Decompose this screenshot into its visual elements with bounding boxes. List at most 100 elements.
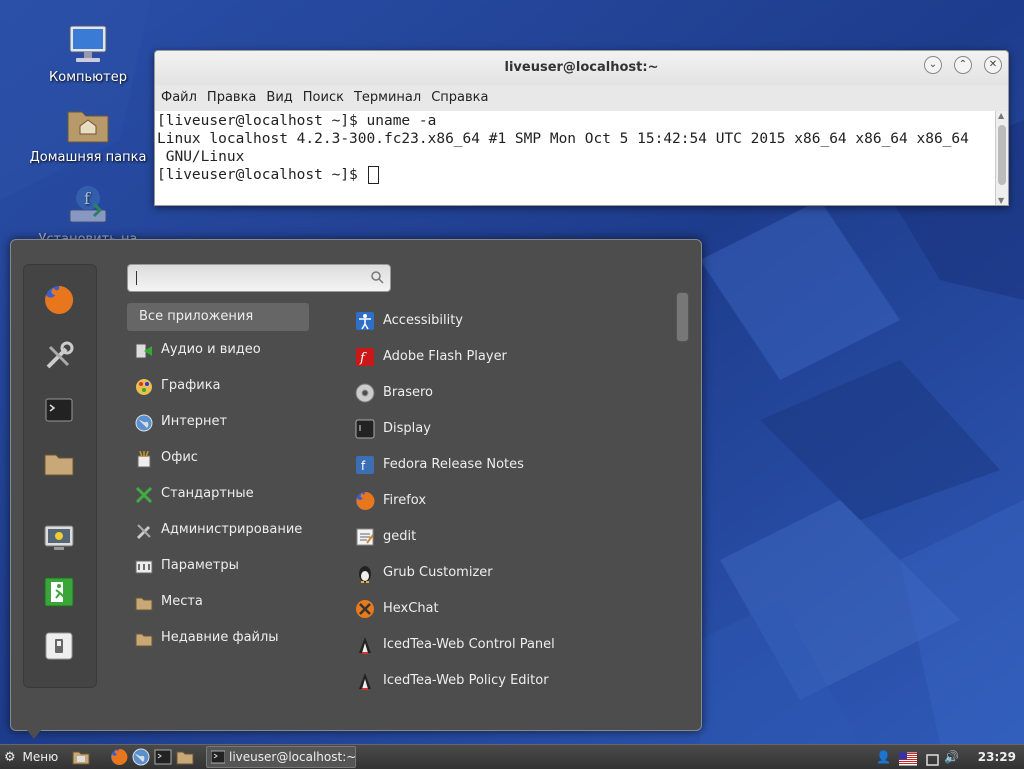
app-label: Brasero — [383, 385, 434, 400]
close-button[interactable]: ✕ — [984, 56, 1002, 74]
computer-icon — [69, 25, 107, 62]
chevron-down-icon: ⌄ — [928, 59, 938, 70]
folder-icon[interactable] — [42, 447, 76, 481]
firefox-icon — [356, 491, 375, 510]
scroll-down-icon[interactable]: ▼ — [998, 196, 1004, 205]
terminal-icon[interactable] — [42, 393, 76, 427]
app-item[interactable]: f Fedora Release Notes — [353, 451, 673, 479]
terminal-scrollbar[interactable]: ▲ ▼ — [995, 111, 1008, 205]
desktop-icon-home[interactable]: Домашняя папка — [23, 100, 153, 165]
close-icon: ✕ — [988, 59, 998, 70]
category-internet[interactable]: Интернет — [127, 408, 309, 436]
us-flag-icon[interactable] — [899, 750, 917, 768]
terminal-titlebar[interactable]: liveuser@localhost:~ ⌄ ⌃ ✕ — [155, 51, 1008, 85]
app-label: gedit — [383, 529, 417, 544]
java-icon — [359, 637, 371, 654]
category-accessories[interactable]: Стандартные — [127, 480, 309, 508]
accessibility-icon — [356, 312, 374, 330]
app-item[interactable]: gedit — [353, 523, 673, 551]
scrollbar-thumb[interactable] — [676, 292, 689, 342]
category-office[interactable]: Офис — [127, 444, 309, 472]
window-icon[interactable] — [926, 751, 939, 769]
app-item[interactable]: Grub Customizer — [353, 559, 673, 587]
search-input[interactable] — [127, 264, 391, 292]
category-recent-files[interactable]: Недавние файлы — [127, 624, 309, 652]
gear-icon: ⚙ — [4, 750, 16, 765]
network-icon[interactable] — [132, 748, 150, 766]
search-icon — [371, 271, 384, 284]
logout-icon[interactable] — [42, 575, 76, 609]
menu-terminal[interactable]: Терминал — [354, 90, 421, 105]
accessories-icon — [135, 486, 153, 504]
flash-icon: f — [356, 348, 374, 366]
app-item[interactable]: IcedTea-Web Control Panel — [353, 631, 673, 659]
recent-files-icon — [135, 633, 153, 647]
category-label: Аудио и видео — [161, 342, 261, 357]
terminal-output[interactable]: [liveuser@localhost ~]$ uname -a Linux l… — [155, 111, 995, 205]
menu-view[interactable]: Вид — [266, 90, 292, 105]
menu-search[interactable]: Поиск — [303, 90, 344, 105]
terminal-menubar: Файл Правка Вид Поиск Терминал Справка — [155, 85, 1008, 109]
app-item[interactable]: Display — [353, 415, 673, 443]
app-label: HexChat — [383, 601, 439, 616]
app-label: Firefox — [383, 493, 427, 508]
files-icon[interactable] — [176, 748, 194, 766]
volume-icon[interactable]: 🔊 — [944, 748, 959, 766]
administration-icon — [136, 524, 151, 540]
show-desktop-icon[interactable] — [72, 748, 90, 766]
lock-screen-icon[interactable] — [42, 521, 76, 555]
category-label: Места — [161, 594, 203, 609]
desktop-icon-label: Домашняя папка — [29, 150, 147, 165]
preferences-icon — [135, 560, 153, 574]
desktop-icon-computer[interactable]: Компьютер — [23, 20, 153, 85]
menu-label: Меню — [22, 750, 59, 764]
category-label: Стандартные — [161, 486, 254, 501]
user-icon[interactable]: 👤 — [876, 748, 891, 766]
category-all-applications[interactable]: Все приложения — [127, 303, 309, 331]
office-icon — [137, 450, 151, 468]
category-places[interactable]: Места — [127, 588, 309, 616]
scrollbar-thumb[interactable] — [998, 125, 1006, 185]
menu-file[interactable]: Файл — [161, 90, 197, 105]
app-label: IcedTea-Web Control Panel — [383, 637, 555, 652]
hexchat-icon — [356, 600, 374, 618]
category-label: Графика — [161, 378, 221, 393]
app-item[interactable]: f Adobe Flash Player — [353, 343, 673, 371]
text-cursor — [136, 271, 137, 285]
app-item[interactable]: HexChat — [353, 595, 673, 623]
terminal-window[interactable]: liveuser@localhost:~ ⌄ ⌃ ✕ Файл Правка В… — [154, 50, 1009, 206]
taskbar-window-label: liveuser@localhost:~ — [229, 750, 357, 764]
clock[interactable]: 23:29 — [978, 748, 1016, 766]
shutdown-icon[interactable] — [42, 629, 76, 663]
terminal-prompt: [liveuser@localhost ~]$ — [157, 167, 367, 183]
tools-icon[interactable] — [42, 339, 76, 373]
app-item[interactable]: IcedTea-Web Policy Editor — [353, 667, 673, 695]
terminal-line: GNU/Linux — [157, 149, 245, 165]
menu-edit[interactable]: Правка — [207, 90, 256, 105]
window-title: liveuser@localhost:~ — [504, 60, 659, 75]
scroll-up-icon[interactable]: ▲ — [998, 111, 1004, 120]
terminal-icon[interactable] — [154, 748, 172, 766]
taskbar-window-button[interactable]: liveuser@localhost:~ — [206, 746, 356, 768]
app-item[interactable]: Accessibility — [353, 307, 673, 335]
category-multimedia[interactable]: Аудио и видео — [127, 336, 309, 364]
app-item[interactable]: Firefox — [353, 487, 673, 515]
install-icon: f — [69, 186, 107, 223]
apps-scrollbar[interactable] — [675, 292, 689, 686]
menu-help[interactable]: Справка — [431, 90, 488, 105]
category-graphics[interactable]: Графика — [127, 372, 309, 400]
maximize-button[interactable]: ⌃ — [954, 56, 972, 74]
main-menu-button[interactable]: ⚙ Меню — [4, 748, 58, 766]
category-administration[interactable]: Администрирование — [127, 516, 309, 544]
disc-icon — [355, 383, 375, 403]
tux-icon — [359, 566, 371, 583]
places-icon — [135, 597, 153, 611]
text-cursor — [367, 166, 379, 184]
minimize-button[interactable]: ⌄ — [924, 56, 942, 74]
category-preferences[interactable]: Параметры — [127, 552, 309, 580]
app-item[interactable]: Brasero — [353, 379, 673, 407]
firefox-icon[interactable] — [42, 283, 76, 317]
terminal-prompt-line: [liveuser@localhost ~]$ — [157, 166, 995, 184]
firefox-icon[interactable] — [110, 748, 128, 766]
terminal-icon — [211, 750, 225, 764]
